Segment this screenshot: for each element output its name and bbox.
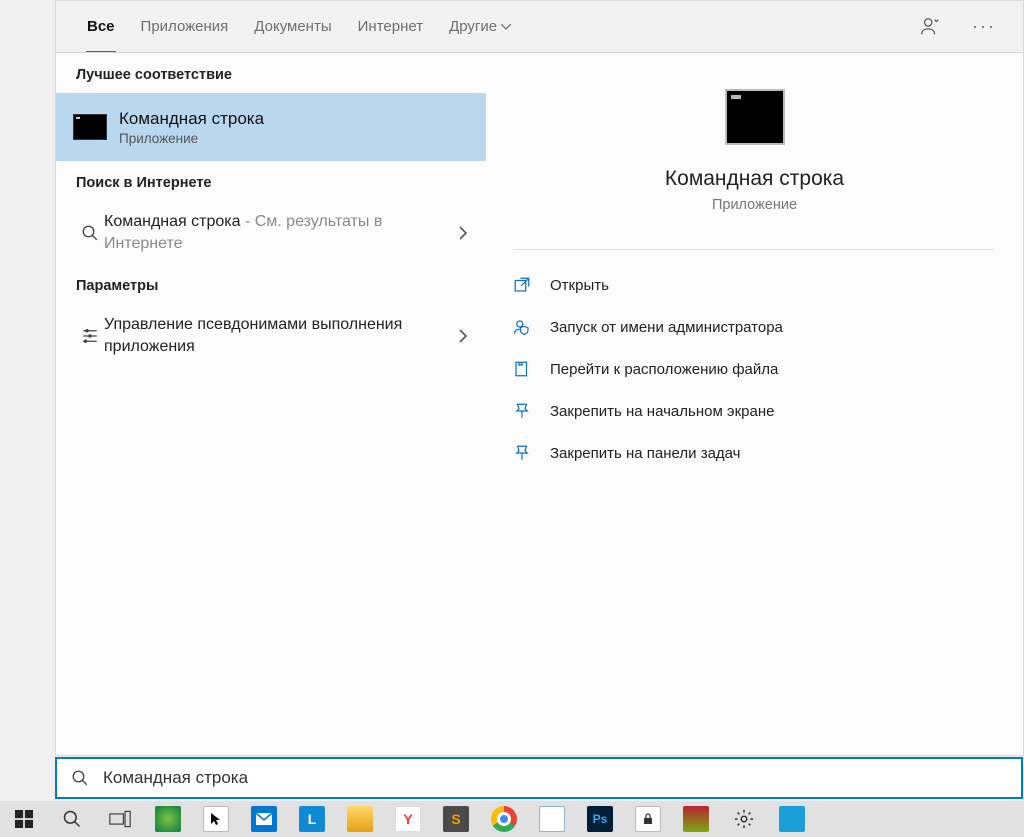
tab-documents-label: Документы — [254, 18, 331, 35]
action-pin-to-start[interactable]: Закрепить на начальном экране — [510, 390, 1015, 432]
taskbar-keepass[interactable] — [624, 801, 672, 837]
action-pin-to-start-label: Закрепить на начальном экране — [550, 403, 774, 420]
chevron-right-icon[interactable] — [452, 329, 474, 343]
open-icon — [510, 276, 534, 294]
web-search-item[interactable]: Командная строка - См. результаты в Инте… — [56, 201, 486, 264]
search-input[interactable] — [103, 768, 1013, 788]
settings-item-app-aliases[interactable]: Управление псевдонимами выполнения прило… — [56, 304, 486, 367]
preview-actions: Открыть Запуск от имени администратора П… — [486, 260, 1023, 474]
preview-subtitle: Приложение — [712, 197, 797, 213]
best-match-subtitle: Приложение — [119, 131, 264, 146]
section-best-match: Лучшее соответствие — [56, 53, 486, 93]
app-icon — [779, 806, 805, 832]
task-view-button[interactable] — [96, 801, 144, 837]
winrar-icon — [683, 806, 709, 832]
sublime-icon: S — [443, 806, 469, 832]
ellipsis-icon: ··· — [972, 16, 996, 37]
taskbar-app-2[interactable] — [192, 801, 240, 837]
web-item-title: Командная строка — [104, 213, 241, 230]
tab-apps-label: Приложения — [141, 18, 229, 35]
action-open-file-location[interactable]: Перейти к расположению файла — [510, 348, 1015, 390]
pin-icon — [510, 402, 534, 420]
taskbar-winrar[interactable] — [672, 801, 720, 837]
preview-pane: Командная строка Приложение Открыть Запу… — [486, 53, 1023, 755]
taskbar-photoshop[interactable]: Ps — [576, 801, 624, 837]
tab-internet[interactable]: Интернет — [345, 1, 436, 53]
taskbar-app-1[interactable] — [144, 801, 192, 837]
app-icon — [155, 806, 181, 832]
pin-icon — [510, 444, 534, 462]
results-list: Лучшее соответствие Командная строка При… — [56, 53, 486, 755]
list-settings-icon — [76, 327, 104, 345]
search-icon — [62, 809, 82, 829]
taskbar: L Y S Ps — [0, 801, 1024, 837]
best-match-title: Командная строка — [119, 108, 264, 130]
photoshop-icon: Ps — [587, 806, 613, 832]
tab-internet-label: Интернет — [358, 18, 423, 35]
chrome-icon — [491, 806, 517, 832]
task-view-icon — [109, 810, 131, 828]
search-icon — [76, 224, 104, 242]
tab-documents[interactable]: Документы — [241, 1, 344, 53]
tab-all[interactable]: Все — [74, 1, 128, 53]
mail-icon — [251, 806, 277, 832]
action-pin-to-taskbar[interactable]: Закрепить на панели задач — [510, 432, 1015, 474]
start-button[interactable] — [0, 801, 48, 837]
command-prompt-large-icon — [725, 89, 785, 145]
more-options-button[interactable]: ··· — [969, 12, 999, 42]
taskbar-yandex[interactable]: Y — [384, 801, 432, 837]
section-settings: Параметры — [56, 264, 486, 304]
search-results-panel: Лучшее соответствие Командная строка При… — [55, 52, 1024, 756]
search-category-tabs: Все Приложения Документы Интернет Другие… — [55, 0, 1024, 52]
yandex-icon: Y — [395, 806, 421, 832]
action-open-file-location-label: Перейти к расположению файла — [550, 361, 778, 378]
search-icon — [71, 769, 89, 787]
action-run-as-admin[interactable]: Запуск от имени администратора — [510, 306, 1015, 348]
notepad-icon — [539, 806, 565, 832]
taskbar-app-l[interactable]: L — [288, 801, 336, 837]
action-pin-to-taskbar-label: Закрепить на панели задач — [550, 445, 741, 462]
chevron-right-icon[interactable] — [452, 226, 474, 240]
action-open[interactable]: Открыть — [510, 264, 1015, 306]
section-web-search: Поиск в Интернете — [56, 161, 486, 201]
folder-icon — [347, 806, 373, 832]
taskbar-file-explorer[interactable] — [336, 801, 384, 837]
action-run-as-admin-label: Запуск от имени администратора — [550, 319, 783, 336]
divider — [514, 249, 995, 250]
chevron-down-icon — [501, 24, 511, 30]
gear-icon — [731, 806, 757, 832]
tab-apps[interactable]: Приложения — [128, 1, 242, 53]
taskbar-chrome[interactable] — [480, 801, 528, 837]
tab-other-label: Другие — [449, 18, 497, 35]
tab-other[interactable]: Другие — [436, 1, 524, 53]
account-icon[interactable] — [915, 12, 945, 42]
windows-logo-icon — [15, 810, 33, 828]
folder-location-icon — [510, 360, 534, 378]
l-app-icon: L — [299, 806, 325, 832]
shield-person-icon — [510, 318, 534, 336]
search-box[interactable] — [55, 757, 1023, 799]
taskbar-app-last[interactable] — [768, 801, 816, 837]
taskbar-sublime[interactable]: S — [432, 801, 480, 837]
cursor-app-icon — [203, 806, 229, 832]
lock-icon — [635, 806, 661, 832]
action-open-label: Открыть — [550, 277, 609, 294]
taskbar-notepad[interactable] — [528, 801, 576, 837]
settings-item-title: Управление псевдонимами выполнения прило… — [104, 314, 452, 357]
preview-title: Командная строка — [665, 167, 844, 191]
tab-all-label: Все — [87, 18, 115, 35]
taskbar-mail[interactable] — [240, 801, 288, 837]
taskbar-settings[interactable] — [720, 801, 768, 837]
best-match-item[interactable]: Командная строка Приложение — [56, 93, 486, 161]
taskbar-search-button[interactable] — [48, 801, 96, 837]
command-prompt-icon — [73, 114, 107, 140]
